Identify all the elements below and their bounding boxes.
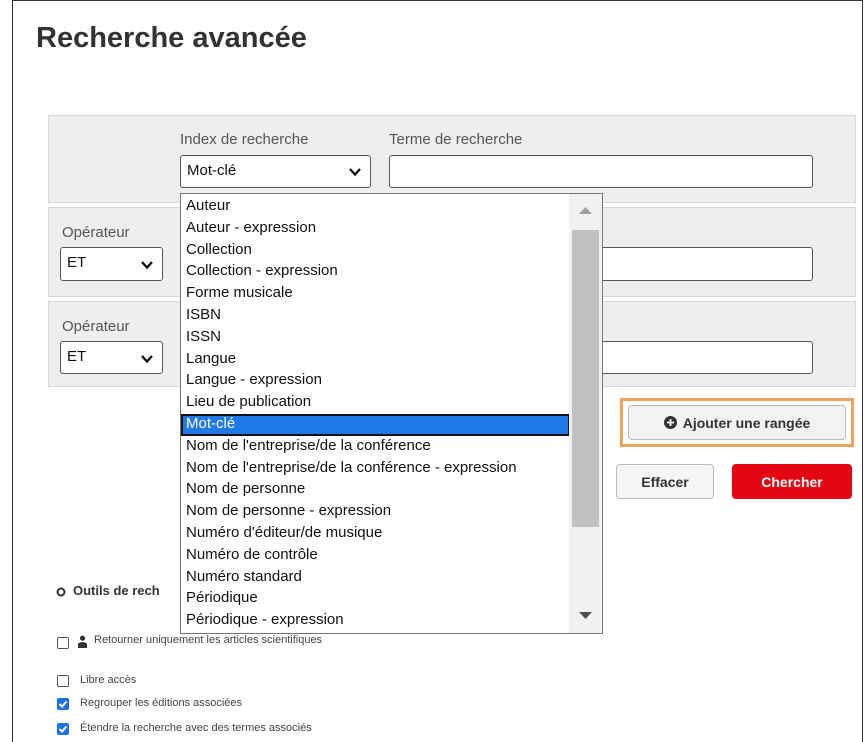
dropdown-option[interactable]: Périodique - expression (181, 610, 570, 632)
dropdown-option[interactable]: Nom de l'entreprise/de la conférence (181, 436, 570, 458)
dropdown-option[interactable]: Numéro de contrôle (181, 545, 570, 567)
index-dropdown-list[interactable]: Auteur Auteur - expression Collection Colle… (180, 193, 603, 634)
checkbox-label-group-editions: Regrouper les éditions associées (80, 697, 243, 709)
add-row-highlight (620, 398, 854, 447)
search-term-input-1[interactable] (389, 155, 813, 188)
index-select-value: Mot-clé (187, 162, 237, 179)
dropdown-option[interactable]: ISBN (181, 305, 570, 327)
dropdown-option[interactable]: Lieu de publication (181, 392, 570, 414)
dropdown-option[interactable]: Collection - expression (181, 261, 570, 283)
dropdown-option[interactable]: Auteur - expression (181, 218, 570, 240)
dropdown-option[interactable]: Nom de personne (181, 479, 570, 501)
page-title: Recherche avancée (36, 22, 307, 54)
dropdown-option[interactable]: Mot-clé (181, 414, 570, 436)
circle-icon (56, 587, 66, 597)
check-icon (58, 700, 68, 708)
search-button[interactable]: Chercher (732, 464, 852, 499)
graduate-icon (78, 635, 87, 648)
dropdown-option[interactable]: Nom de personne - expression (181, 501, 570, 523)
dropdown-option[interactable]: Nom de l'entreprise/de la conférence - e… (181, 458, 570, 480)
scroll-down-arrow-icon[interactable] (569, 606, 602, 626)
dropdown-option[interactable]: Périodique (181, 588, 570, 610)
chevron-down-icon (349, 168, 361, 177)
checkbox-open-access[interactable] (57, 675, 69, 687)
dropdown-option[interactable]: Auteur (181, 196, 570, 218)
index-select[interactable]: Mot-clé (180, 155, 371, 188)
checkbox-expand-search[interactable] (57, 723, 69, 735)
search-term-input-3[interactable] (580, 341, 813, 374)
chevron-down-icon (141, 261, 153, 270)
check-icon (58, 725, 68, 733)
operator-select-3[interactable]: ET (60, 341, 163, 374)
term-label: Terme de recherche (389, 131, 523, 148)
scroll-up-arrow-icon[interactable] (569, 200, 602, 220)
operator-label-2: Opérateur (62, 224, 130, 241)
search-tools-label[interactable]: Outils de rech (73, 583, 160, 598)
checkbox-label-expand-search: Étendre la recherche avec des termes ass… (80, 722, 312, 734)
operator-select-2[interactable]: ET (60, 247, 163, 281)
checkbox-label-scholarly: Retourner uniquement les articles scient… (94, 634, 323, 646)
operator-value-2: ET (67, 254, 87, 271)
dropdown-option[interactable]: ISSN (181, 327, 570, 349)
checkbox-group-editions[interactable] (57, 698, 69, 710)
checkbox-scholarly[interactable] (57, 637, 69, 649)
operator-value-3: ET (67, 348, 87, 365)
dropdown-option[interactable]: Numéro d'éditeur/de musique (181, 523, 570, 545)
operator-label-3: Opérateur (62, 318, 130, 335)
dropdown-option[interactable]: Numéro standard (181, 567, 570, 589)
dropdown-option[interactable]: Langue (181, 349, 570, 371)
dropdown-option[interactable]: Collection (181, 240, 570, 262)
search-term-input-2[interactable] (580, 247, 813, 281)
checkbox-label-open-access: Libre accès (80, 674, 137, 686)
clear-button[interactable]: Effacer (616, 464, 714, 499)
chevron-down-icon (141, 355, 153, 364)
dropdown-scrollbar[interactable] (569, 194, 602, 633)
index-label: Index de recherche (180, 131, 309, 148)
dropdown-option[interactable]: Forme musicale (181, 283, 570, 305)
dropdown-option[interactable]: Langue - expression (181, 370, 570, 392)
scrollbar-thumb[interactable] (572, 230, 599, 527)
